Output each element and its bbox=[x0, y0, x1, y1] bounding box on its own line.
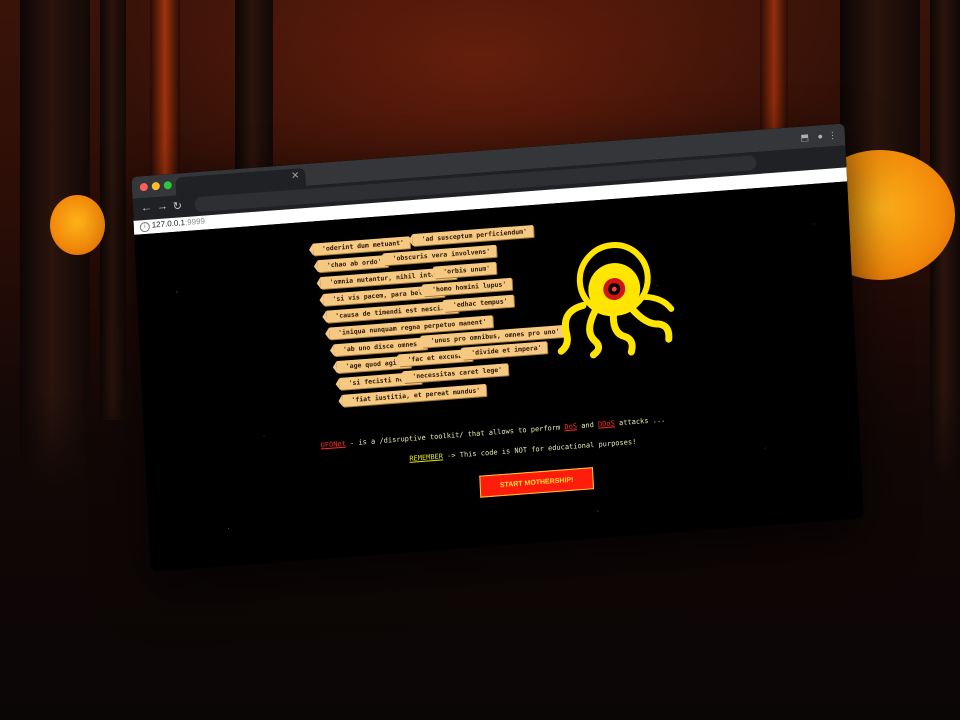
extension-icon[interactable]: ⬒ bbox=[800, 132, 809, 144]
browser-window: ✕ ← → ↻ ⬒ ● ⋮ i 127.0.0.1:9999 'oderint … bbox=[131, 123, 864, 572]
tree-trunk bbox=[235, 0, 273, 170]
maximize-window-dot[interactable] bbox=[163, 180, 172, 190]
warning-line: REMEMBER -> This code is NOT for educati… bbox=[409, 438, 636, 463]
back-icon[interactable]: ← bbox=[141, 202, 153, 215]
motto-tag: 'homo homini lupus' bbox=[422, 277, 513, 297]
motto-tag: 'chao ab ordo' bbox=[317, 255, 388, 273]
profile-icon[interactable]: ● bbox=[817, 131, 823, 141]
motto-tag: 'divide et impera' bbox=[461, 341, 548, 360]
warning-text: -> This code is NOT for educational purp… bbox=[442, 437, 637, 461]
close-tab-icon[interactable]: ✕ bbox=[291, 170, 300, 182]
page-content: 'oderint dum metuant' 'ad susceptum perf… bbox=[134, 181, 864, 572]
dos-link[interactable]: DoS bbox=[564, 422, 577, 431]
start-mothership-button[interactable]: START MOTHERSHIP! bbox=[479, 467, 595, 498]
glowing-orb-left bbox=[50, 195, 105, 255]
tree-trunk bbox=[150, 0, 180, 200]
brand-link[interactable]: UFONet bbox=[320, 440, 346, 450]
menu-dots-icon[interactable]: ⋮ bbox=[828, 130, 838, 142]
remember-label: REMEMBER bbox=[409, 452, 444, 463]
minimize-window-dot[interactable] bbox=[151, 181, 161, 191]
desc-text: attacks ... bbox=[614, 415, 666, 428]
motto-tag: 'orbis unum' bbox=[433, 261, 497, 279]
desc-text: and bbox=[576, 420, 599, 431]
motto-tag: 'ad susceptum perficiendum' bbox=[412, 225, 534, 247]
site-info-icon[interactable]: i bbox=[139, 221, 151, 233]
motto-tag-cloud: 'oderint dum metuant' 'ad susceptum perf… bbox=[312, 224, 566, 431]
reload-icon[interactable]: ↻ bbox=[173, 199, 183, 213]
ufonet-octopus-logo bbox=[557, 242, 675, 359]
ddos-link[interactable]: DDoS bbox=[598, 419, 615, 428]
close-window-dot[interactable] bbox=[139, 182, 149, 192]
motto-tag: 'edhac tempus' bbox=[443, 294, 514, 312]
tree-trunk bbox=[100, 0, 126, 420]
motto-tag: 'necessitas caret lege' bbox=[403, 363, 509, 384]
url-text[interactable]: 127.0.0.1:9999 bbox=[152, 217, 206, 230]
forward-icon[interactable]: → bbox=[157, 200, 169, 213]
